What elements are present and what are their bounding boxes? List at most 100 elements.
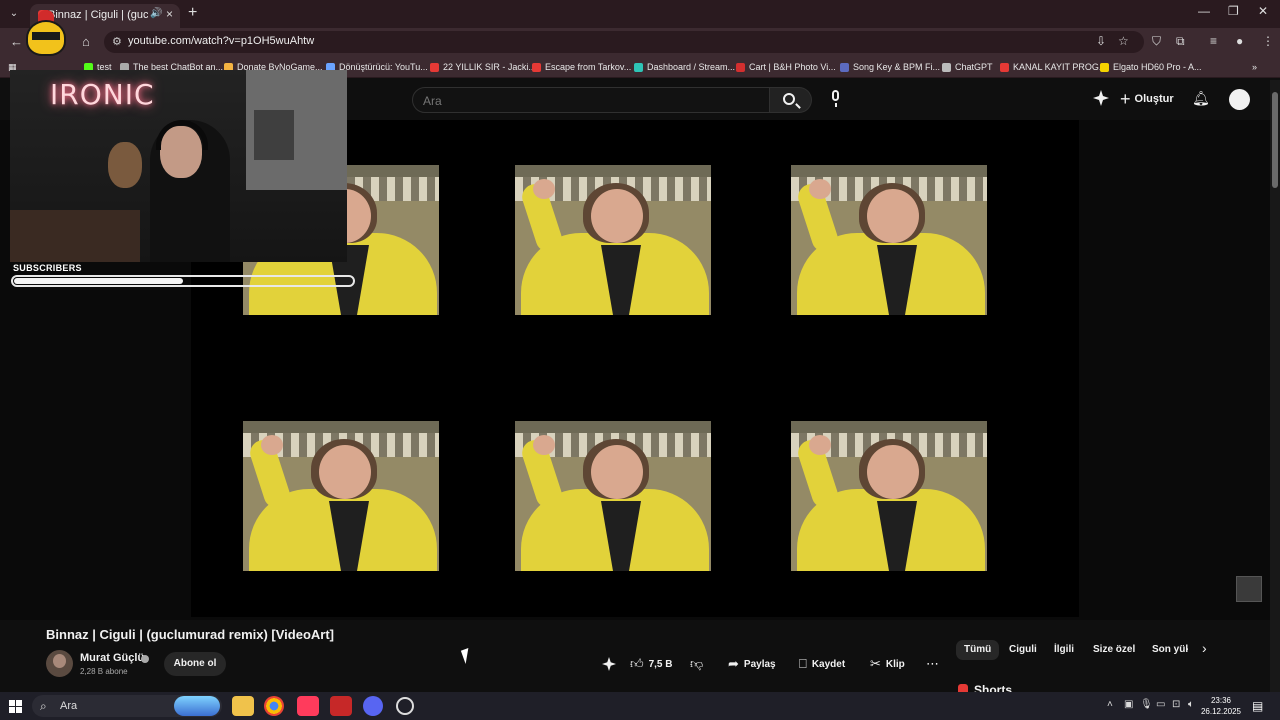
tab-search-icon[interactable]: ⌄ [6,6,22,22]
gemini-sparkle-icon[interactable] [1093,90,1109,106]
bookmark-item[interactable]: Escape from Tarkov... [532,60,631,74]
back-icon[interactable]: ← [10,34,23,49]
reading-list-icon[interactable]: ≡ [1210,34,1217,48]
voice-search-icon[interactable] [826,89,846,109]
page-scrollbar[interactable] [1270,80,1280,692]
chip-all[interactable]: Tümü [956,640,1000,660]
extensions-icon[interactable]: ⧉ [1176,34,1185,49]
volume-icon[interactable]: 🔈︎ [1188,699,1194,710]
tray-app-icon[interactable]: ▣ [1124,699,1133,710]
taskbar-clock[interactable]: 23:36 26.12.2025 [1198,695,1244,717]
desk [10,210,140,262]
search-input[interactable] [423,92,743,110]
subscriber-count: 2,28 B abone [80,667,128,676]
account-avatar[interactable] [1229,89,1250,110]
plus-icon: + [1120,88,1131,109]
file-explorer-icon[interactable] [232,696,254,716]
new-tab-icon[interactable]: + [188,4,197,22]
bookmark-item[interactable]: Song Key & BPM Fi... [840,60,940,74]
install-app-icon[interactable]: ⇩ [1096,34,1106,48]
microphone-icon[interactable]: 🎙︎ [1140,699,1153,710]
menu-kebab-icon[interactable]: ⋮ [1262,34,1274,48]
video-frame-tile [243,421,439,571]
bookmark-item[interactable]: Dashboard / Stream... [634,60,735,74]
chip-for-you[interactable]: Size özel [1085,640,1143,660]
channel-avatar[interactable] [46,650,73,677]
subscribers-goal-label: SUBSCRIBERS [13,263,82,273]
video-frame-tile [515,165,711,315]
close-window-icon[interactable]: ✕ [1258,4,1268,18]
video-frame-tile [515,421,711,571]
windows-taskbar: ⌕ Ara ˄ ▣ 🎙︎ ▭ ⊡ 🔈︎ 23:36 26.12.2025 ▤ [0,692,1280,720]
weather-widget-icon[interactable] [174,696,220,716]
minimize-icon[interactable]: — [1198,4,1210,18]
restore-icon[interactable]: ❐ [1228,4,1239,18]
bookmark-icon: ⎕ [799,656,807,671]
channel-name[interactable]: Murat Güçlü [80,652,144,664]
bookmark-item[interactable]: Elgato HD60 Pro - A... [1100,60,1202,74]
browser-tab-strip: ⌄ Binnaz | Ciguli | (guclumura 🔊 × + — ❐… [0,0,1280,28]
close-tab-icon[interactable]: × [166,7,173,21]
tray-overflow-icon[interactable]: ˄ [1107,699,1113,710]
save-button[interactable]: ⎕ Kaydet [799,652,845,676]
subscribe-button[interactable]: Abone ol [164,652,226,676]
search-icon: ⌕ [40,699,47,713]
knight-mascot-logo [24,10,68,64]
share-label: Paylaş [743,658,776,670]
url-text[interactable]: youtube.com/watch?v=p1OH5wuAhtw [128,35,314,47]
obs-icon[interactable] [396,697,414,715]
site-info-icon[interactable]: ⚙ [112,35,122,48]
bookmark-item[interactable]: ChatGPT [942,60,993,74]
address-bar[interactable]: ⚙ youtube.com/watch?v=p1OH5wuAhtw ⇩ ☆ [104,31,1144,53]
verified-badge-icon [141,655,149,663]
bookmark-item[interactable]: KANAL KAYIT PROG... [1000,60,1106,74]
notifications-bell-icon[interactable]: 🔔︎ [1192,90,1210,107]
chip-related[interactable]: İlgili [1046,640,1082,660]
tray-display-icon[interactable]: ▭ [1156,699,1165,710]
clock-date: 26.12.2025 [1200,707,1242,716]
chevron-right-icon[interactable]: › [1202,640,1207,656]
search-button[interactable] [770,87,812,113]
bookmark-item[interactable]: 22 YILLIK SIR - Jacki... [430,60,536,74]
webcam-overlay: IRONIC [10,70,347,262]
bookmark-star-icon[interactable]: ☆ [1118,34,1129,48]
subscribers-goal-bar [11,275,355,287]
chrome-icon[interactable] [264,696,284,716]
clip-button[interactable]: ✂ Klip [870,652,905,676]
bookmarks-overflow-icon[interactable]: » [1252,60,1257,74]
chip-ciguli[interactable]: Ciguli [1001,640,1045,660]
dislike-button[interactable]: 👎︎ [690,652,703,676]
audio-playing-icon[interactable]: 🔊 [150,8,162,19]
search-icon [783,93,795,105]
more-actions-button[interactable]: ⋯ [926,652,939,676]
scissors-icon: ✂ [870,656,881,671]
browser-toolbar: ← ⌂ ⚙ youtube.com/watch?v=p1OH5wuAhtw ⇩ … [0,28,1280,56]
shield-extension-icon[interactable]: ⛉ [1152,34,1161,49]
thumbs-up-icon: 👍︎ [630,656,644,671]
windows-start-icon[interactable] [9,700,22,713]
clock-time: 23:36 [1210,696,1232,705]
profile-icon[interactable]: ● [1236,34,1243,48]
scroll-top-button[interactable] [1236,576,1262,602]
discord-icon[interactable] [363,696,383,716]
scrollbar-thumb[interactable] [1272,92,1278,188]
like-count: 7,5 B [648,658,673,670]
create-button[interactable]: + Oluştur [1120,88,1174,110]
home-icon[interactable]: ⌂ [82,34,90,49]
video-frame-tile [791,165,987,315]
thumbs-down-icon: 👎︎ [690,656,704,671]
neon-sign: IRONIC [50,78,155,111]
share-button[interactable]: ➦ Paylaş [728,652,776,676]
like-button[interactable]: 👍︎ 7,5 B [630,652,673,676]
ask-gemini-button[interactable] [602,652,616,676]
notification-center-icon[interactable]: ▤ [1252,699,1263,713]
share-arrow-icon: ➦ [728,656,739,671]
bookmark-item[interactable]: Cart | B&H Photo Vi... [736,60,836,74]
chip-recently-uploaded[interactable]: Son yükl [1144,640,1188,660]
teddy-bear [108,142,142,188]
voicemeeter-icon[interactable] [330,696,352,716]
subscribers-goal-fill [14,278,183,284]
search-box[interactable] [412,87,770,113]
music-app-icon[interactable] [297,696,319,716]
network-icon[interactable]: ⊡ [1172,699,1180,710]
